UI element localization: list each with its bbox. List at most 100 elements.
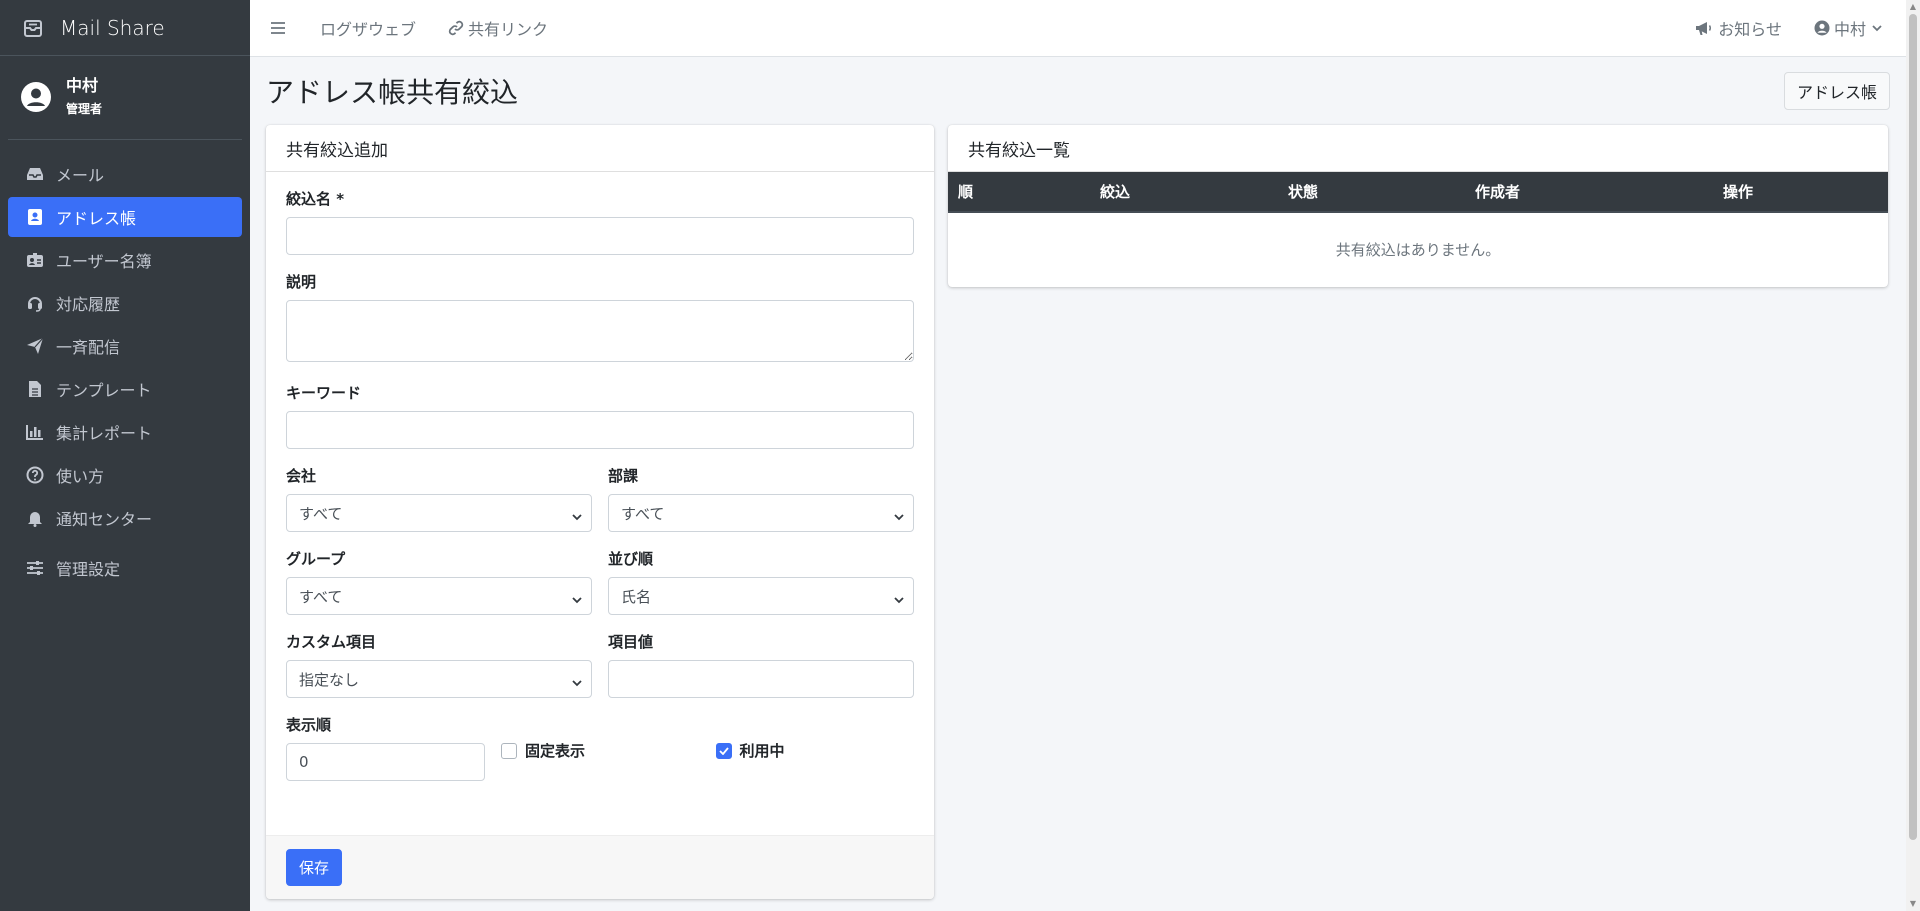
column-header-filter[interactable]: 絞込 bbox=[1090, 172, 1278, 213]
sort-order-label: 並び順 bbox=[608, 550, 654, 568]
brand[interactable]: Mail Share bbox=[0, 0, 250, 56]
bell-icon bbox=[24, 509, 46, 527]
sidebar-item-label: 一斉配信 bbox=[56, 338, 121, 357]
top-right-menu: お知らせ 中村 bbox=[1662, 16, 1886, 40]
sidebar-nav: メール アドレス帳 ユーザー名簿 対応履歴 一斉配信 テンプレート 集計レポート bbox=[0, 140, 250, 588]
paper-plane-icon bbox=[24, 337, 46, 355]
sort-order-select[interactable]: 氏名 bbox=[608, 577, 914, 615]
link-icon bbox=[448, 20, 464, 36]
address-book-icon bbox=[24, 208, 46, 226]
card-header: 共有絞込一覧 bbox=[948, 125, 1888, 172]
sidebar-item-label: 対応履歴 bbox=[56, 295, 121, 314]
scroll-down-icon[interactable]: ▼ bbox=[1906, 897, 1920, 911]
sidebar-item-notification-center[interactable]: 通知センター bbox=[8, 498, 242, 538]
sidebar-item-broadcast[interactable]: 一斉配信 bbox=[8, 326, 242, 366]
check-icon bbox=[718, 746, 729, 755]
sidebar-item-admin-settings[interactable]: 管理設定 bbox=[8, 548, 242, 588]
custom-field-label: カスタム項目 bbox=[286, 633, 377, 651]
add-filter-card: 共有絞込追加 絞込名 * 説明 キーワード 会社 すべて 部課 すべて グループ… bbox=[266, 125, 934, 899]
inbox-icon bbox=[24, 165, 46, 183]
fixed-display-checkbox[interactable] bbox=[501, 742, 517, 759]
add-filter-form: 絞込名 * 説明 キーワード 会社 すべて 部課 すべて グループ すべて 並び… bbox=[266, 172, 934, 781]
top-navbar: ログザウェブ 共有リンク お知らせ 中村 bbox=[250, 0, 1906, 57]
hamburger-menu-icon[interactable] bbox=[270, 16, 298, 40]
scroll-thumb[interactable] bbox=[1909, 14, 1917, 840]
sidebar-item-label: 通知センター bbox=[56, 510, 153, 529]
card-header: 共有絞込追加 bbox=[266, 125, 934, 172]
sidebar-item-help[interactable]: 使い方 bbox=[8, 455, 242, 495]
fixed-display-checkbox-row[interactable]: 固定表示 bbox=[501, 740, 700, 761]
address-book-button[interactable]: アドレス帳 bbox=[1783, 71, 1890, 110]
headset-icon bbox=[24, 294, 46, 312]
user-circle-icon bbox=[1814, 20, 1830, 36]
column-header-status[interactable]: 状態 bbox=[1278, 172, 1465, 213]
question-circle-icon bbox=[24, 466, 46, 484]
sidebar-item-label: 管理設定 bbox=[56, 560, 121, 579]
user-name: 中村 bbox=[66, 76, 99, 95]
active-label: 利用中 bbox=[739, 742, 785, 760]
sidebar-item-user-directory[interactable]: ユーザー名簿 bbox=[8, 240, 242, 280]
scroll-up-icon[interactable]: ▲ bbox=[1906, 0, 1920, 14]
group-label: グループ bbox=[286, 550, 346, 568]
active-checkbox-row[interactable]: 利用中 bbox=[715, 740, 915, 761]
sort-order-select-value: 氏名 bbox=[608, 577, 914, 615]
sidebar-item-label: ユーザー名簿 bbox=[56, 252, 152, 271]
brand-name: Mail Share bbox=[60, 15, 165, 40]
display-order-input[interactable] bbox=[286, 743, 485, 781]
empty-message: 共有絞込はありません。 bbox=[1335, 240, 1501, 259]
company-select-value: すべて bbox=[286, 494, 592, 532]
department-label: 部課 bbox=[608, 467, 639, 485]
display-order-label: 表示順 bbox=[286, 716, 332, 734]
megaphone-icon bbox=[1694, 20, 1714, 36]
save-button[interactable]: 保存 bbox=[286, 849, 343, 886]
sidebar: Mail Share 中村 管理者 メール アドレス帳 ユーザー名簿 対応履歴 bbox=[0, 0, 250, 911]
card-footer: 保存 bbox=[266, 835, 934, 899]
sidebar-item-template[interactable]: テンプレート bbox=[8, 369, 242, 409]
sidebar-item-address-book[interactable]: アドレス帳 bbox=[8, 197, 242, 237]
description-label: 説明 bbox=[286, 273, 317, 291]
department-select-value: すべて bbox=[608, 494, 914, 532]
custom-field-select[interactable]: 指定なし bbox=[286, 660, 592, 698]
top-link-label: 共有リンク bbox=[468, 20, 549, 39]
column-header-order[interactable]: 順 bbox=[948, 172, 1090, 213]
top-link-label: ログザウェブ bbox=[320, 20, 417, 39]
page-header: アドレス帳共有絞込 アドレス帳 bbox=[250, 57, 1906, 124]
sidebar-item-label: テンプレート bbox=[56, 381, 152, 400]
field-value-input[interactable] bbox=[608, 660, 914, 698]
notice-link[interactable]: お知らせ bbox=[1694, 16, 1782, 40]
fixed-display-label: 固定表示 bbox=[525, 742, 586, 760]
sidebar-item-report[interactable]: 集計レポート bbox=[8, 412, 242, 452]
top-link-logtheweb[interactable]: ログザウェブ bbox=[320, 16, 416, 40]
filter-name-input[interactable] bbox=[286, 217, 914, 255]
field-value-label: 項目値 bbox=[608, 633, 654, 651]
department-select[interactable]: すべて bbox=[608, 494, 914, 532]
column-header-actions: 操作 bbox=[1713, 172, 1888, 213]
column-header-creator[interactable]: 作成者 bbox=[1465, 172, 1713, 213]
user-menu-label: 中村 bbox=[1833, 20, 1866, 39]
keyword-label: キーワード bbox=[286, 384, 362, 402]
description-textarea[interactable] bbox=[286, 300, 914, 362]
bar-chart-icon bbox=[24, 423, 46, 441]
chevron-down-icon bbox=[1872, 24, 1882, 32]
sidebar-item-mail[interactable]: メール bbox=[8, 154, 242, 194]
main-content: アドレス帳共有絞込 アドレス帳 共有絞込追加 絞込名 * 説明 キーワード 会社 bbox=[250, 57, 1906, 911]
id-card-icon bbox=[24, 251, 46, 269]
filter-name-label: 絞込名 * bbox=[286, 190, 345, 208]
user-panel[interactable]: 中村 管理者 bbox=[8, 56, 242, 140]
user-role: 管理者 bbox=[66, 102, 103, 116]
user-circle-icon bbox=[20, 81, 52, 113]
mail-box-icon bbox=[20, 15, 46, 41]
custom-field-select-value: 指定なし bbox=[286, 660, 592, 698]
page-title: アドレス帳共有絞込 bbox=[266, 75, 519, 109]
vertical-scrollbar[interactable]: ▲ ▼ bbox=[1906, 0, 1920, 911]
top-link-shared-link[interactable]: 共有リンク bbox=[448, 16, 548, 40]
company-select[interactable]: すべて bbox=[286, 494, 592, 532]
filter-table: 順 絞込 状態 作成者 操作 共有絞込はありません。 bbox=[948, 172, 1888, 285]
table-header-row: 順 絞込 状態 作成者 操作 bbox=[948, 172, 1888, 213]
company-label: 会社 bbox=[286, 467, 317, 485]
active-checkbox[interactable] bbox=[715, 742, 732, 759]
sidebar-item-history[interactable]: 対応履歴 bbox=[8, 283, 242, 323]
group-select[interactable]: すべて bbox=[286, 577, 592, 615]
user-menu[interactable]: 中村 bbox=[1814, 16, 1886, 40]
keyword-input[interactable] bbox=[286, 411, 914, 449]
